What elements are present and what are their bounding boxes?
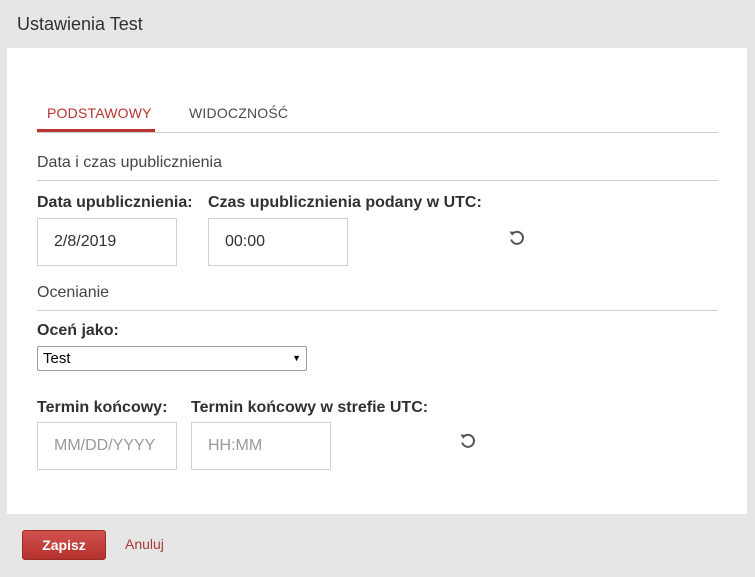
publish-section-heading: Data i czas upublicznienia <box>37 154 718 181</box>
grade-as-select[interactable]: Test ▼ <box>37 346 307 371</box>
publish-time-label: Czas upublicznienia podany w UTC: <box>208 194 482 211</box>
dropdown-arrow-icon: ▼ <box>292 353 301 363</box>
cancel-link[interactable]: Anuluj <box>125 536 164 552</box>
dialog-body: PODSTAWOWY WIDOCZNOŚĆ Data i czas upubli… <box>7 48 747 514</box>
settings-dialog: Ustawienia Test PODSTAWOWY WIDOCZNOŚĆ Da… <box>0 0 755 577</box>
due-date-label: Termin końcowy: <box>37 399 168 416</box>
tab-widocznosc[interactable]: WIDOCZNOŚĆ <box>179 103 298 130</box>
due-date-input[interactable] <box>37 422 177 470</box>
dialog-title: Ustawienia Test <box>17 14 143 34</box>
grade-as-selected-value: Test <box>43 350 71 367</box>
due-time-label: Termin końcowy w strefie UTC: <box>191 399 429 416</box>
publish-date-input[interactable] <box>37 218 177 266</box>
due-reset-icon[interactable] <box>459 432 477 450</box>
save-button[interactable]: Zapisz <box>22 530 106 560</box>
grade-as-label: Oceń jako: <box>37 322 119 339</box>
publish-date-label: Data upublicznienia: <box>37 194 193 211</box>
tab-podstawowy[interactable]: PODSTAWOWY <box>37 103 155 132</box>
due-time-input[interactable] <box>191 422 331 470</box>
tab-bar: PODSTAWOWY WIDOCZNOŚĆ <box>37 103 718 133</box>
dialog-footer: Zapisz Anuluj <box>0 514 755 577</box>
publish-time-input[interactable] <box>208 218 348 266</box>
publish-reset-icon[interactable] <box>508 229 526 247</box>
grading-section-heading: Ocenianie <box>37 284 718 311</box>
